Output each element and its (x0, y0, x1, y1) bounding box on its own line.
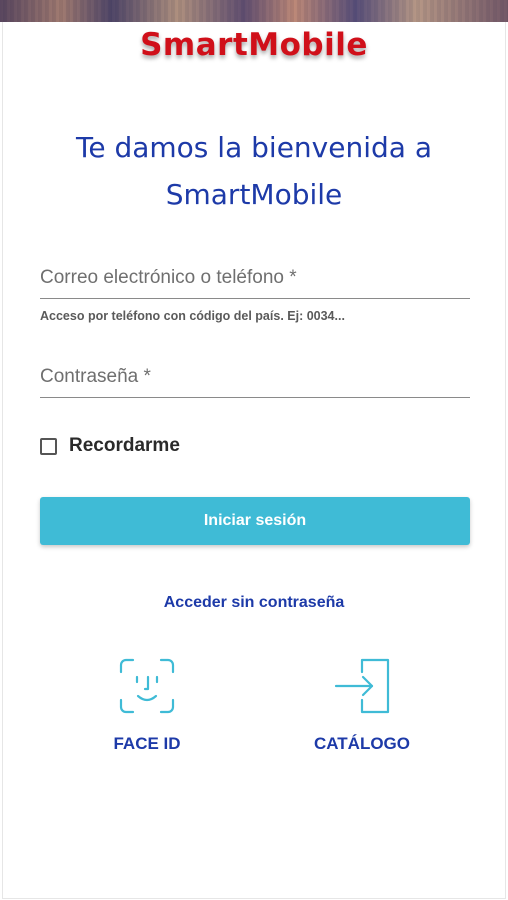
face-id-label: FACE ID (113, 734, 181, 753)
email-field (40, 262, 470, 299)
password-field (40, 361, 470, 398)
face-id-icon (119, 658, 175, 714)
passwordless-link[interactable]: Acceder sin contraseña (0, 594, 508, 612)
remember-label: Recordarme (69, 435, 180, 456)
header-background-image (0, 0, 508, 22)
face-id-button[interactable]: FACE ID (77, 656, 217, 754)
remember-checkbox[interactable] (40, 437, 57, 455)
remember-me[interactable]: Recordarme (40, 434, 180, 458)
password-input[interactable] (40, 361, 470, 393)
email-input[interactable] (40, 262, 470, 294)
email-hint: Acceso por teléfono con código del país.… (40, 309, 345, 323)
brand-logo: SmartMobile (140, 27, 368, 63)
catalog-label: CATÁLOGO (313, 734, 410, 753)
welcome-line-2: SmartMobile (165, 178, 343, 211)
login-button[interactable]: Iniciar sesión (40, 497, 470, 545)
welcome-line-1: Te damos la bienvenida a (76, 131, 432, 164)
catalog-button[interactable]: CATÁLOGO (292, 656, 432, 754)
welcome-title: Te damos la bienvenida a SmartMobile (40, 124, 468, 218)
sign-in-icon (334, 658, 390, 714)
